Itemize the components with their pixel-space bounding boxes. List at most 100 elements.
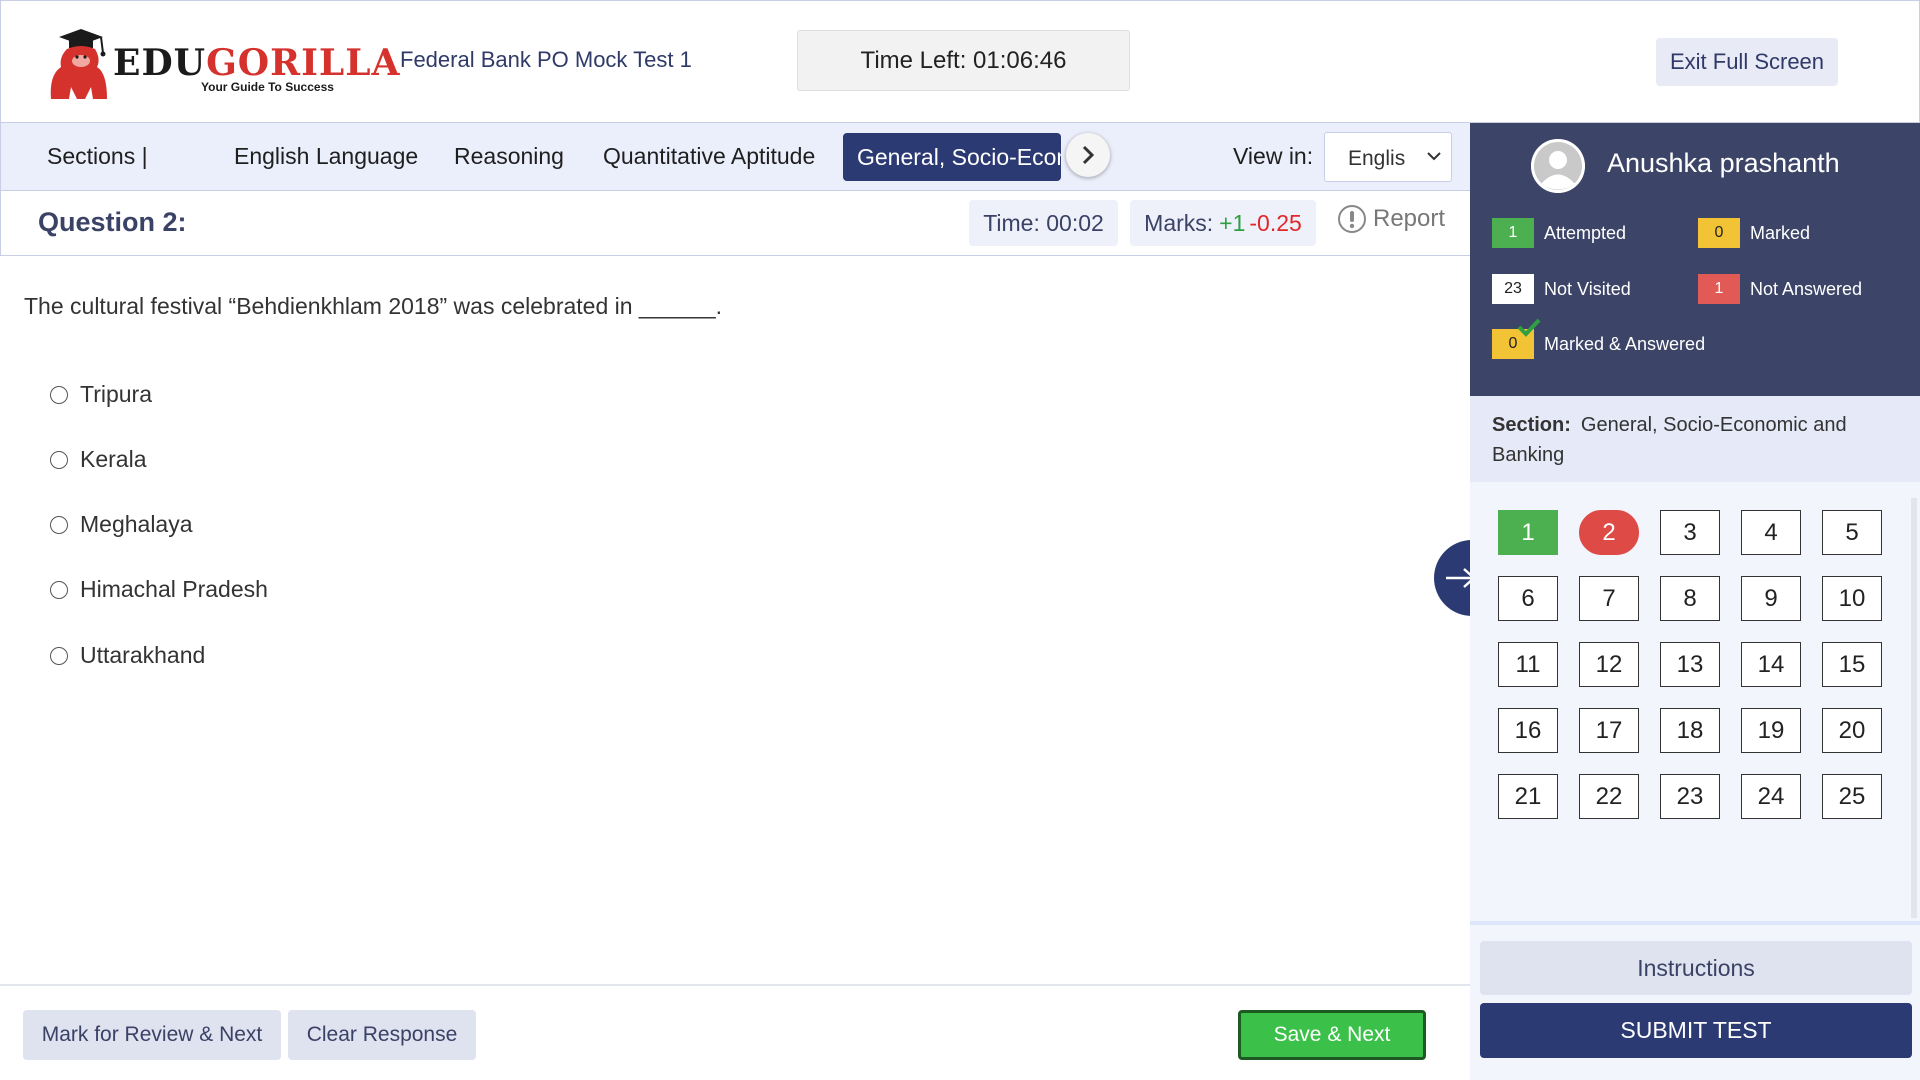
tab-quantitative-aptitude[interactable]: Quantitative Aptitude	[603, 143, 815, 170]
avatar	[1531, 139, 1585, 193]
language-select[interactable]: Englis	[1324, 132, 1452, 182]
question-palette-button[interactable]: 24	[1741, 774, 1801, 819]
legend-marked-answered: 0 Marked & Answered	[1492, 318, 1706, 359]
question-palette-button[interactable]: 9	[1741, 576, 1801, 621]
radio-button[interactable]	[50, 515, 68, 534]
mark-for-review-next-button[interactable]: Mark for Review & Next	[23, 1010, 281, 1060]
chevron-right-icon	[1082, 145, 1095, 165]
tab-reasoning[interactable]: Reasoning	[454, 143, 564, 170]
option-5[interactable]: Uttarakhand	[50, 642, 205, 669]
question-palette-button[interactable]: 12	[1579, 642, 1639, 687]
not-visited-count: 23	[1492, 274, 1534, 304]
question-palette-button[interactable]: 10	[1822, 576, 1882, 621]
option-2[interactable]: Kerala	[50, 446, 146, 473]
question-palette-button[interactable]: 8	[1660, 576, 1720, 621]
marked-answered-count: 0	[1508, 335, 1518, 352]
current-section-info: Section: General, Socio-Economic and Bank…	[1470, 396, 1920, 482]
avatar-icon	[1531, 139, 1585, 193]
section-info-label: Section:	[1492, 414, 1571, 436]
radio-button[interactable]	[50, 450, 68, 469]
question-palette-button[interactable]: 1	[1498, 510, 1558, 555]
sections-label: Sections |	[47, 143, 148, 169]
radio-button[interactable]	[50, 646, 68, 665]
question-text: The cultural festival “Behdienkhlam 2018…	[24, 293, 723, 319]
edugorilla-logo: EDUGORILLA Your Guide To Success	[45, 25, 399, 101]
question-palette-button[interactable]: 20	[1822, 708, 1882, 753]
question-palette-button[interactable]: 23	[1660, 774, 1720, 819]
checkmark-icon	[1517, 318, 1541, 337]
tab-english-language[interactable]: English Language	[234, 143, 418, 170]
marked-answered-badge: 0	[1492, 318, 1541, 359]
question-palette-button[interactable]: 15	[1822, 642, 1882, 687]
gorilla-logo-icon	[50, 29, 107, 99]
time-left-box: Time Left: 01:06:46	[797, 30, 1130, 91]
question-time: Time: 00:02	[969, 200, 1118, 246]
time-left-label: Time Left:	[860, 46, 967, 74]
question-palette-button[interactable]: 6	[1498, 576, 1558, 621]
question-palette-button[interactable]: 22	[1579, 774, 1639, 819]
not-visited-label: Not Visited	[1544, 278, 1631, 299]
question-palette-button[interactable]: 3	[1660, 510, 1720, 555]
radio-button[interactable]	[50, 385, 68, 404]
question-palette-button[interactable]: 21	[1498, 774, 1558, 819]
question-palette-button[interactable]: 2	[1579, 510, 1639, 555]
tab-general-socio-economic[interactable]: General, Socio-Economic and Banking	[843, 133, 1061, 181]
question-palette-button[interactable]: 18	[1660, 708, 1720, 753]
question-palette-button[interactable]: 16	[1498, 708, 1558, 753]
question-palette-button[interactable]: 4	[1741, 510, 1801, 555]
question-number: Question 2:	[38, 207, 187, 237]
not-answered-label: Not Answered	[1750, 278, 1863, 299]
option-label: Tripura	[80, 381, 152, 407]
radio-button[interactable]	[50, 580, 68, 599]
submit-test-button[interactable]: SUBMIT TEST	[1480, 1003, 1912, 1058]
top-header: EDUGORILLA Your Guide To Success Federal…	[0, 0, 1920, 123]
legend-attempted: 1 Attempted	[1492, 218, 1626, 248]
test-title: Federal Bank PO Mock Test 1	[400, 47, 692, 72]
panel-divider	[1470, 921, 1920, 925]
question-palette-button[interactable]: 25	[1822, 774, 1882, 819]
palette-scrollbar[interactable]	[1911, 498, 1917, 918]
time-left-value: 01:06:46	[973, 46, 1067, 74]
action-footer: Mark for Review & Next Clear Response Sa…	[0, 984, 1470, 1080]
brand-tagline: Your Guide To Success	[201, 80, 334, 94]
question-palette-button[interactable]: 5	[1822, 510, 1882, 555]
question-palette-grid: 1 2 3 4 5 6 7 8 9 10 11 12 13 14 15 16 17 18 19 20 21 22 23 24 2…	[1498, 510, 1882, 819]
question-palette-button[interactable]: 17	[1579, 708, 1639, 753]
chevron-down-icon	[1427, 152, 1441, 161]
question-palette-panel: Anushka prashanth 1 Attempted 0 Marked 2…	[1470, 123, 1920, 1080]
option-label: Kerala	[80, 446, 147, 472]
question-header: Question 2: Time: 00:02 Marks: +1 -0.25 …	[0, 191, 1470, 256]
option-label: Uttarakhand	[80, 642, 206, 668]
question-palette-button[interactable]: 19	[1741, 708, 1801, 753]
report-button[interactable]: Report	[1337, 204, 1445, 234]
marked-label: Marked	[1750, 222, 1811, 243]
attempted-label: Attempted	[1544, 222, 1627, 243]
marks-negative: -0.25	[1249, 209, 1302, 236]
option-label: Himachal Pradesh	[80, 576, 268, 602]
question-time-value: 00:02	[1046, 209, 1104, 236]
question-time-label: Time:	[983, 209, 1040, 236]
view-in-label: View in:	[1233, 143, 1314, 169]
question-palette-button[interactable]: 13	[1660, 642, 1720, 687]
marked-answered-label: Marked & Answered	[1544, 333, 1706, 354]
marks-positive: +1	[1219, 209, 1246, 236]
save-next-button[interactable]: Save & Next	[1238, 1010, 1426, 1060]
legend-not-answered: 1 Not Answered	[1698, 274, 1862, 304]
option-1[interactable]: Tripura	[50, 381, 152, 408]
report-label: Report	[1373, 205, 1446, 232]
exit-full-screen-button[interactable]: Exit Full Screen	[1656, 38, 1838, 86]
user-status-block: Anushka prashanth 1 Attempted 0 Marked 2…	[1470, 123, 1920, 396]
instructions-button[interactable]: Instructions	[1480, 941, 1912, 995]
question-palette-button[interactable]: 14	[1741, 642, 1801, 687]
question-palette-button[interactable]: 11	[1498, 642, 1558, 687]
option-label: Meghalaya	[80, 511, 193, 537]
attempted-count: 1	[1492, 218, 1534, 248]
language-value: Englis	[1348, 147, 1406, 170]
question-palette-button[interactable]: 7	[1579, 576, 1639, 621]
option-3[interactable]: Meghalaya	[50, 511, 193, 538]
question-marks: Marks: +1 -0.25	[1130, 200, 1316, 246]
section-scroll-next-button[interactable]	[1066, 133, 1110, 177]
option-4[interactable]: Himachal Pradesh	[50, 576, 268, 603]
clear-response-button[interactable]: Clear Response	[288, 1010, 476, 1060]
not-answered-count: 1	[1698, 274, 1740, 304]
